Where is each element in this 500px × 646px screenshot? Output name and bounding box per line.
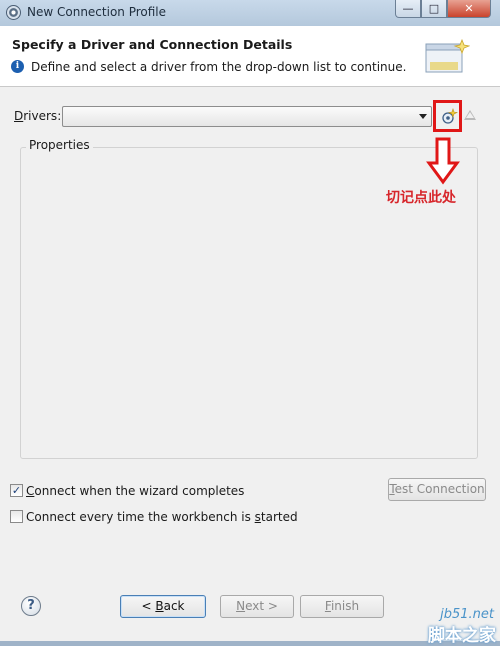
annotation-text: 切记点此处 [386,190,456,206]
edit-driver-definition-icon[interactable] [464,110,476,120]
next-button[interactable]: Next > [220,595,294,618]
back-button[interactable]: < Back [120,595,206,618]
header-message: Define and select a driver from the drop… [31,60,407,74]
properties-label: Properties [26,138,93,152]
site-watermark: jb51.net 脚本之家 [388,607,500,646]
minimize-button[interactable]: — [395,0,421,18]
title-bar[interactable]: New Connection Profile — □ ✕ [0,0,500,27]
page-title: Specify a Driver and Connection Details [12,37,293,52]
info-icon: i [11,60,24,73]
new-connection-profile-window: New Connection Profile — □ ✕ Specify a D… [0,0,500,646]
maximize-button[interactable]: □ [421,0,447,18]
close-button[interactable]: ✕ [447,0,491,18]
wizard-banner-icon [425,38,470,73]
app-icon [6,5,21,20]
wizard-header: Specify a Driver and Connection Details … [0,26,500,87]
connect-on-finish-checkbox[interactable]: ✓ [10,484,23,497]
dropdown-arrow-icon [419,114,427,119]
test-connection-button[interactable]: Test Connection [388,478,486,501]
connect-every-time-label[interactable]: Connect every time the workbench is star… [26,510,298,524]
window-title: New Connection Profile [27,5,167,19]
wizard-body: Drivers: Properties 切记点此处 ✓ Connect when… [0,87,500,646]
drivers-dropdown[interactable] [62,106,432,127]
connect-every-time-checkbox[interactable] [10,510,23,523]
annotation-highlight-box [433,100,462,132]
annotation-arrow-icon [426,137,460,185]
drivers-label: Drivers: [14,109,62,123]
connect-on-finish-label[interactable]: Connect when the wizard completes [26,484,244,498]
watermark-url: jb51.net [440,607,494,622]
help-icon[interactable]: ? [21,596,41,616]
watermark-name: 脚本之家 [428,626,496,646]
finish-button[interactable]: Finish [300,595,384,618]
